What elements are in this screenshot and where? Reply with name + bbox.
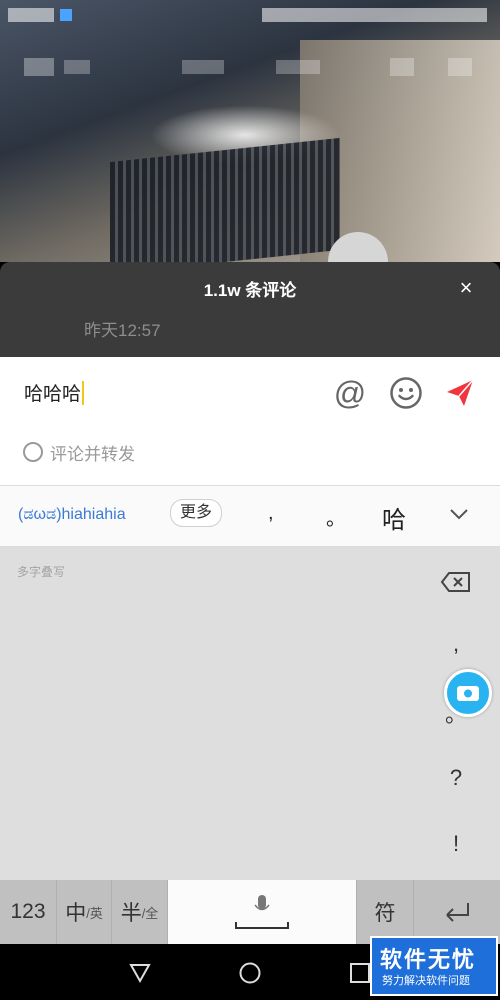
ime-candidate-bar: (ಡωಡ)hiahiahia 更多 , 。 哈 — [0, 486, 500, 547]
microphone-space-icon — [235, 895, 289, 929]
nav-blurred-icon[interactable] — [390, 58, 414, 76]
repost-radio[interactable] — [23, 442, 43, 462]
side-key-question[interactable]: ? — [436, 765, 476, 791]
width-switch-key[interactable]: 半/全 — [112, 880, 168, 944]
keyboard-bottom-row: 123 中/英 半/全 符 — [0, 880, 500, 944]
close-icon[interactable]: × — [452, 274, 480, 302]
numbers-key[interactable]: 123 — [0, 880, 57, 944]
search-icon[interactable] — [448, 58, 472, 76]
back-icon[interactable] — [128, 962, 152, 984]
backspace-icon[interactable] — [440, 571, 472, 593]
space-key[interactable] — [168, 880, 357, 944]
watermark-subtitle: 努力解决软件问题 — [382, 975, 470, 987]
status-time-blurred — [8, 8, 54, 22]
handwriting-keyboard[interactable]: 多字叠写 , 。 ? ! — [0, 547, 500, 880]
camera-icon[interactable] — [24, 58, 54, 76]
comment-input[interactable]: 哈哈哈 — [24, 379, 85, 406]
video-piano — [110, 137, 340, 262]
watermark-title: 软件无忧 — [380, 947, 477, 972]
repost-label[interactable]: 评论并转发 — [50, 440, 135, 465]
language-key-sub: /英 — [86, 905, 103, 921]
candidate-pinyin[interactable]: (ಡωಡ)hiahiahia — [18, 506, 126, 524]
nav-blurred-1[interactable] — [64, 60, 90, 74]
more-candidates-button[interactable]: 更多 — [170, 499, 222, 527]
language-switch-key[interactable]: 中/英 — [57, 880, 112, 944]
home-icon[interactable] — [238, 961, 262, 985]
nav-blurred-2[interactable] — [182, 60, 224, 74]
mention-icon[interactable]: @ — [332, 375, 368, 411]
width-key-sub: /全 — [141, 905, 159, 921]
language-key-main: 中 — [65, 902, 87, 925]
recents-icon[interactable] — [350, 963, 370, 983]
handwriting-mode-hint: 多字叠写 — [17, 565, 66, 579]
candidate-period[interactable]: 。 — [326, 502, 346, 531]
nav-blurred-3[interactable] — [276, 60, 320, 74]
comment-input-panel: 哈哈哈 @ 评论并转发 — [0, 357, 500, 485]
enter-key[interactable] — [414, 880, 500, 944]
send-icon[interactable] — [444, 377, 476, 409]
chevron-down-icon[interactable] — [448, 506, 470, 522]
video-background — [0, 0, 500, 262]
watermark-logo: 软件无忧 努力解决软件问题 — [370, 936, 498, 996]
width-key-main: 半 — [120, 902, 142, 925]
video-top-nav — [0, 50, 500, 86]
comment-input-value: 哈哈哈 — [24, 384, 82, 405]
candidate-ha[interactable]: 哈 — [382, 500, 406, 535]
emoji-icon[interactable] — [388, 375, 424, 411]
enter-icon — [446, 903, 469, 922]
comments-count-title: 1.1w 条评论 — [203, 281, 297, 300]
candidate-comma[interactable]: , — [268, 502, 274, 525]
comment-timestamp: 昨天12:57 — [84, 321, 161, 340]
status-bar — [0, 0, 500, 30]
symbols-key[interactable]: 符 — [357, 880, 414, 944]
comments-sheet: 1.1w 条评论 × 昨天12:57 — [0, 262, 500, 357]
text-caret — [82, 381, 85, 405]
side-key-comma[interactable]: , — [436, 631, 476, 657]
side-key-period[interactable]: 。 — [436, 697, 476, 729]
status-icons-blurred — [262, 8, 487, 22]
status-app-icon — [60, 9, 72, 21]
side-key-exclamation[interactable]: ! — [436, 831, 476, 857]
